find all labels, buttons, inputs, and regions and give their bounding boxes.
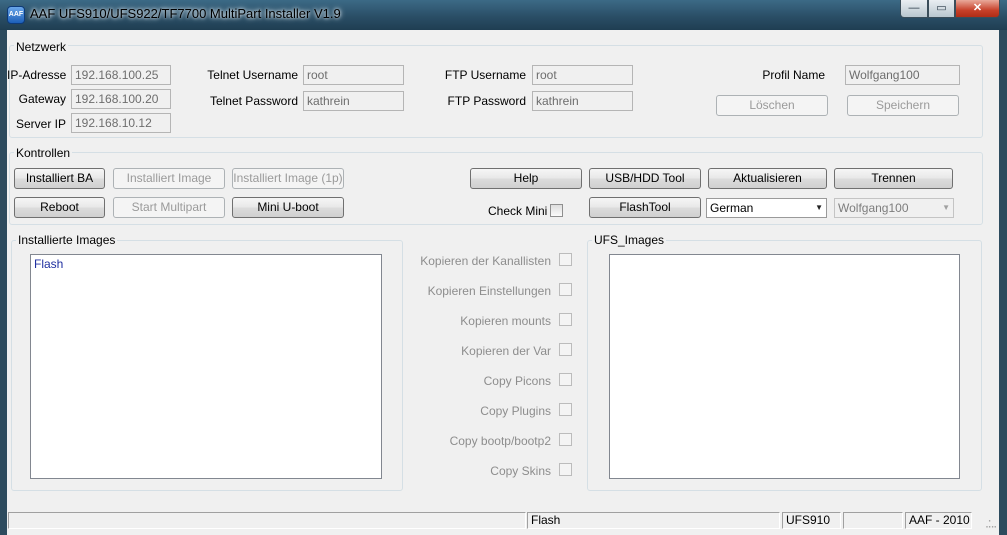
chevron-down-icon: ▼ (815, 203, 823, 212)
help-button[interactable]: Help (470, 168, 582, 189)
copy-settings-checkbox[interactable] (559, 283, 572, 296)
usb-hdd-tool-button[interactable]: USB/HDD Tool (589, 168, 701, 189)
ip-address-label: IP-Adresse (7, 68, 67, 82)
status-panel-image: Flash (527, 512, 780, 529)
telnet-password-label: Telnet Password (209, 94, 298, 108)
ufs-images-group-label: UFS_Images (592, 233, 667, 247)
copy-bootp-checkbox[interactable] (559, 433, 572, 446)
telnet-username-field[interactable]: root (303, 65, 404, 85)
profile-dropdown[interactable]: Wolfgang100 ▼ (834, 198, 954, 218)
update-button[interactable]: Aktualisieren (708, 168, 827, 189)
telnet-password-field[interactable]: kathrein (303, 91, 404, 111)
status-panel-message (8, 512, 526, 529)
mini-uboot-button[interactable]: Mini U-boot (232, 197, 344, 218)
check-mini-label: Check Mini (488, 204, 548, 218)
copy-var-checkbox[interactable] (559, 343, 572, 356)
copy-plugins-checkbox[interactable] (559, 403, 572, 416)
close-button[interactable]: ✕ (955, 0, 1000, 18)
language-dropdown[interactable]: German ▼ (706, 198, 827, 218)
status-panel-model: UFS910 (782, 512, 841, 529)
copy-var-label: Kopieren der Var (461, 344, 551, 358)
ftp-username-label: FTP Username (444, 68, 526, 82)
ftp-username-field[interactable]: root (532, 65, 633, 85)
copy-mounts-checkbox[interactable] (559, 313, 572, 326)
network-group-label: Netzwerk (14, 40, 69, 54)
profile-dropdown-value: Wolfgang100 (838, 201, 909, 215)
copy-channel-lists-checkbox[interactable] (559, 253, 572, 266)
status-bar: Flash UFS910 AAF - 2010 ⠠ ⠤⠤ (7, 510, 999, 535)
gateway-field[interactable]: 192.168.100.20 (71, 89, 171, 109)
copy-bootp-label: Copy bootp/bootp2 (449, 434, 551, 448)
app-icon: AAF (7, 6, 25, 24)
copy-picons-checkbox[interactable] (559, 373, 572, 386)
copy-mounts-label: Kopieren mounts (460, 314, 551, 328)
minimize-button[interactable]: — (900, 0, 928, 18)
install-image-button[interactable]: Installiert Image (113, 168, 225, 189)
status-panel-empty (843, 512, 903, 529)
start-multipart-button[interactable]: Start Multipart (113, 197, 225, 218)
flashtool-button[interactable]: FlashTool (589, 197, 701, 218)
copy-skins-checkbox[interactable] (559, 463, 572, 476)
title-bar[interactable]: AAF AAF UFS910/UFS922/TF7700 MultiPart I… (0, 0, 1007, 30)
main-window: Netzwerk IP-Adresse 192.168.100.25 Gatew… (7, 30, 999, 510)
save-profile-button[interactable]: Speichern (847, 95, 959, 116)
language-dropdown-value: German (710, 201, 754, 215)
ftp-password-field[interactable]: kathrein (532, 91, 633, 111)
disconnect-button[interactable]: Trennen (834, 168, 953, 189)
copy-picons-label: Copy Picons (483, 374, 551, 388)
list-item[interactable]: Flash (31, 255, 381, 271)
copy-skins-label: Copy Skins (490, 464, 551, 478)
controls-group-label: Kontrollen (14, 146, 73, 160)
telnet-username-label: Telnet Username (207, 68, 298, 82)
ip-address-field[interactable]: 192.168.100.25 (71, 65, 171, 85)
gateway-label: Gateway (18, 92, 66, 106)
install-ba-button[interactable]: Installiert BA (14, 168, 105, 189)
check-mini-checkbox[interactable] (550, 204, 563, 217)
ufs-images-list[interactable] (609, 254, 960, 479)
copy-settings-label: Kopieren Einstellungen (427, 284, 551, 298)
reboot-button[interactable]: Reboot (14, 197, 105, 218)
installed-images-list[interactable]: Flash (30, 254, 382, 479)
window-title: AAF UFS910/UFS922/TF7700 MultiPart Insta… (30, 6, 341, 21)
delete-profile-button[interactable]: Löschen (716, 95, 828, 116)
ftp-password-label: FTP Password (447, 94, 526, 108)
installed-images-group-label: Installierte Images (16, 233, 118, 247)
copy-channel-lists-label: Kopieren der Kanallisten (420, 254, 551, 268)
profile-name-field[interactable]: Wolfgang100 (845, 65, 960, 85)
status-panel-copyright: AAF - 2010 (905, 512, 972, 529)
resize-grip-icon[interactable]: ⠠ ⠤⠤ (985, 515, 997, 530)
copy-plugins-label: Copy Plugins (480, 404, 551, 418)
install-image-1p-button[interactable]: Installiert Image (1p) (232, 168, 344, 189)
maximize-button[interactable]: ▭ (928, 0, 955, 18)
chevron-down-icon: ▼ (942, 203, 950, 212)
server-ip-label: Server IP (15, 117, 66, 131)
server-ip-field[interactable]: 192.168.10.12 (71, 113, 171, 133)
profile-name-label: Profil Name (762, 68, 825, 82)
